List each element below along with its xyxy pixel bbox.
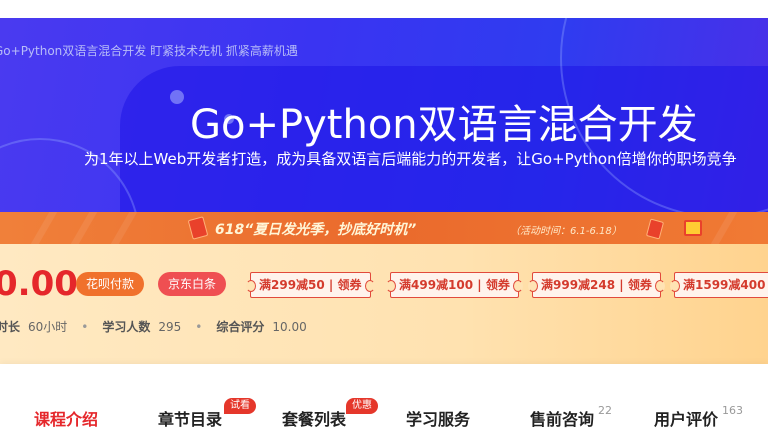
duration-label: 时长 — [0, 320, 21, 334]
tab-learning-service[interactable]: 学习服务 — [406, 406, 470, 430]
hero-dot-decoration — [170, 90, 184, 104]
course-page: Go+Python双语言混合开发 盯紧技术先机 抓紧高薪机遇 Go+Python… — [0, 0, 768, 432]
course-tab-bar: 课程介绍 章节目录 试看 套餐列表 优惠 学习服务 售前咨询 22 用户评价 1… — [0, 364, 768, 432]
course-meta: 时长 60小时 • 学习人数 295 • 综合评分 10.00 — [0, 318, 307, 335]
coupon-999-248[interactable]: 满999减248 | 领券 — [528, 272, 665, 298]
red-envelope-icon — [645, 218, 665, 240]
promo-stripe — [30, 212, 58, 244]
rating-label: 综合评分 — [216, 320, 265, 334]
meta-separator: • — [195, 320, 203, 334]
promo-ribbon[interactable]: 618“夏日发光季，抄底好时机” （活动时间：6.1-6.18） — [0, 212, 768, 244]
red-envelope-icon — [187, 216, 209, 240]
discount-badge: 优惠 — [346, 398, 378, 414]
coupon-1599-400[interactable]: 满1599减400 | 领券 — [669, 272, 768, 298]
learners-label: 学习人数 — [102, 320, 151, 334]
promo-period: （活动时间：6.1-6.18） — [510, 226, 622, 237]
consult-count: 22 — [598, 404, 612, 417]
coupon-299-50[interactable]: 满299减50 | 领券 — [246, 272, 374, 298]
huabei-pay-button[interactable]: 花呗付款 — [76, 272, 145, 296]
promo-stripe — [710, 212, 738, 244]
trial-badge: 试看 — [224, 398, 256, 414]
jd-baitiao-button[interactable]: 京东白条 — [158, 272, 227, 296]
learners-value: 295 — [158, 320, 182, 334]
tab-chapter-list[interactable]: 章节目录 — [158, 406, 222, 430]
price-panel: 0.00 花呗付款 京东白条 满299减50 | 领券 满499减100 | 领… — [0, 244, 768, 364]
promo-stripe — [70, 212, 98, 244]
rating-value: 10.00 — [272, 320, 307, 334]
gift-box-icon — [684, 220, 702, 236]
page-subtitle: 为1年以上Web开发者打造，成为具备双语言后端能力的开发者，让Go+Python… — [84, 150, 737, 168]
page-title: Go+Python双语言混合开发 — [190, 102, 698, 148]
top-strip — [0, 0, 768, 18]
coupon-499-100[interactable]: 满499减100 | 领券 — [386, 272, 523, 298]
duration-value: 60小时 — [28, 320, 68, 334]
tab-course-intro[interactable]: 课程介绍 — [34, 406, 98, 430]
price-amount: 0.00 — [0, 264, 78, 304]
tab-user-reviews[interactable]: 用户评价 — [654, 406, 718, 430]
hero-banner: Go+Python双语言混合开发 盯紧技术先机 抓紧高薪机遇 Go+Python… — [0, 18, 768, 212]
promo-stripe — [110, 212, 138, 244]
meta-separator: • — [81, 320, 89, 334]
tab-presale-consult[interactable]: 售前咨询 — [530, 406, 594, 430]
breadcrumb: Go+Python双语言混合开发 盯紧技术先机 抓紧高薪机遇 — [0, 44, 298, 58]
review-count: 163 — [722, 404, 743, 417]
tab-package-list[interactable]: 套餐列表 — [282, 406, 346, 430]
promo-headline: 618“夏日发光季，抄底好时机” — [215, 222, 417, 238]
